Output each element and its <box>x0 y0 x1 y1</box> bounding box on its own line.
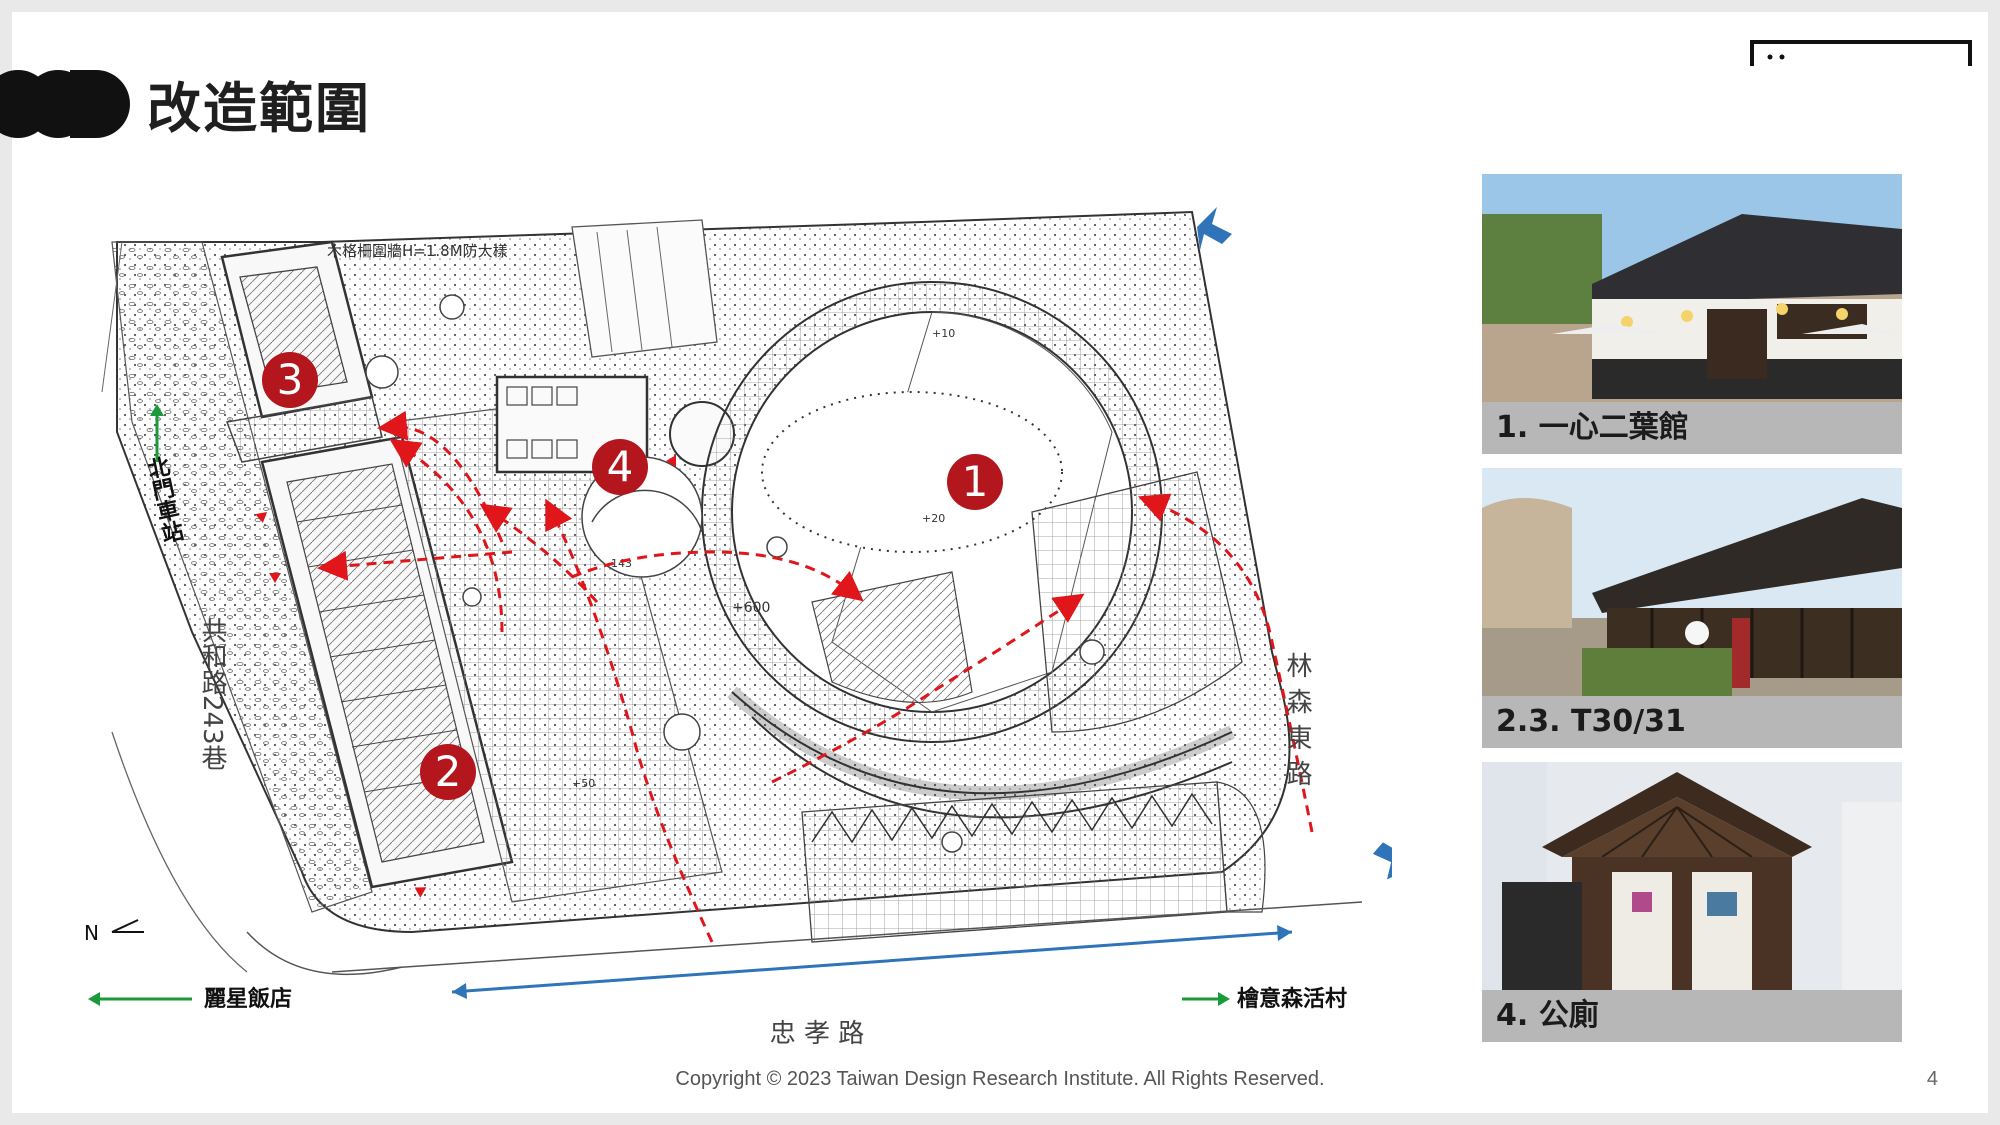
marker-3: 3 <box>262 352 318 408</box>
direction-village: 檜意森活村 <box>1237 986 1347 1012</box>
north-indicator: N <box>84 921 99 945</box>
street-south-road: 忠 孝 路 <box>770 1019 865 1049</box>
street-west-lane: 共和路243巷 <box>197 617 227 771</box>
slide: 改造範圍 木格柵圍牆H=1.8M防大樣 +20 +600 -143 +50 +1… <box>0 12 1988 1113</box>
photo-caption-3: 4. 公廁 <box>1482 990 1902 1042</box>
note-elev-600: +600 <box>732 600 770 616</box>
direction-hotel: 麗星飯店 <box>204 986 292 1012</box>
marker-1: 1 <box>947 454 1003 510</box>
marker-2: 2 <box>420 744 476 800</box>
site-plan: 木格柵圍牆H=1.8M防大樣 +20 +600 -143 +50 +10 1 2… <box>84 207 1392 1049</box>
note-elev-50: +50 <box>572 777 595 790</box>
photo-caption-1: 1. 一心二葉館 <box>1482 402 1902 454</box>
note-wood-fence: 木格柵圍牆H=1.8M防大樣 <box>327 242 508 260</box>
entry-arrow-icon <box>1197 207 1232 250</box>
svg-text:1: 1 <box>962 457 989 506</box>
page-number: 4 <box>1926 1068 1938 1090</box>
photo-caption-2: 2.3. T30/31 <box>1482 696 1902 748</box>
entry-arrow-icon <box>1372 840 1392 880</box>
copyright-footer: Copyright © 2023 Taiwan Design Research … <box>675 1068 1325 1090</box>
brand-logo <box>0 70 130 138</box>
photo-card-1: 1. 一心二葉館 <box>1482 174 1902 454</box>
svg-text:3: 3 <box>277 355 304 404</box>
photo-card-2: 2.3. T30/31 <box>1482 468 1902 748</box>
marker-4: 4 <box>592 439 648 495</box>
svg-text:2: 2 <box>435 747 462 796</box>
page-title: 改造範圍 <box>147 77 371 140</box>
note-elev-20: +20 <box>922 512 945 525</box>
north-arrow-icon <box>111 919 144 933</box>
svg-text:4: 4 <box>607 442 634 491</box>
note-elev-10: +10 <box>932 327 955 340</box>
corner-decoration <box>1750 40 1972 66</box>
photo-card-3: 4. 公廁 <box>1482 762 1902 1042</box>
street-east-road: 林森東路 <box>1282 652 1312 796</box>
